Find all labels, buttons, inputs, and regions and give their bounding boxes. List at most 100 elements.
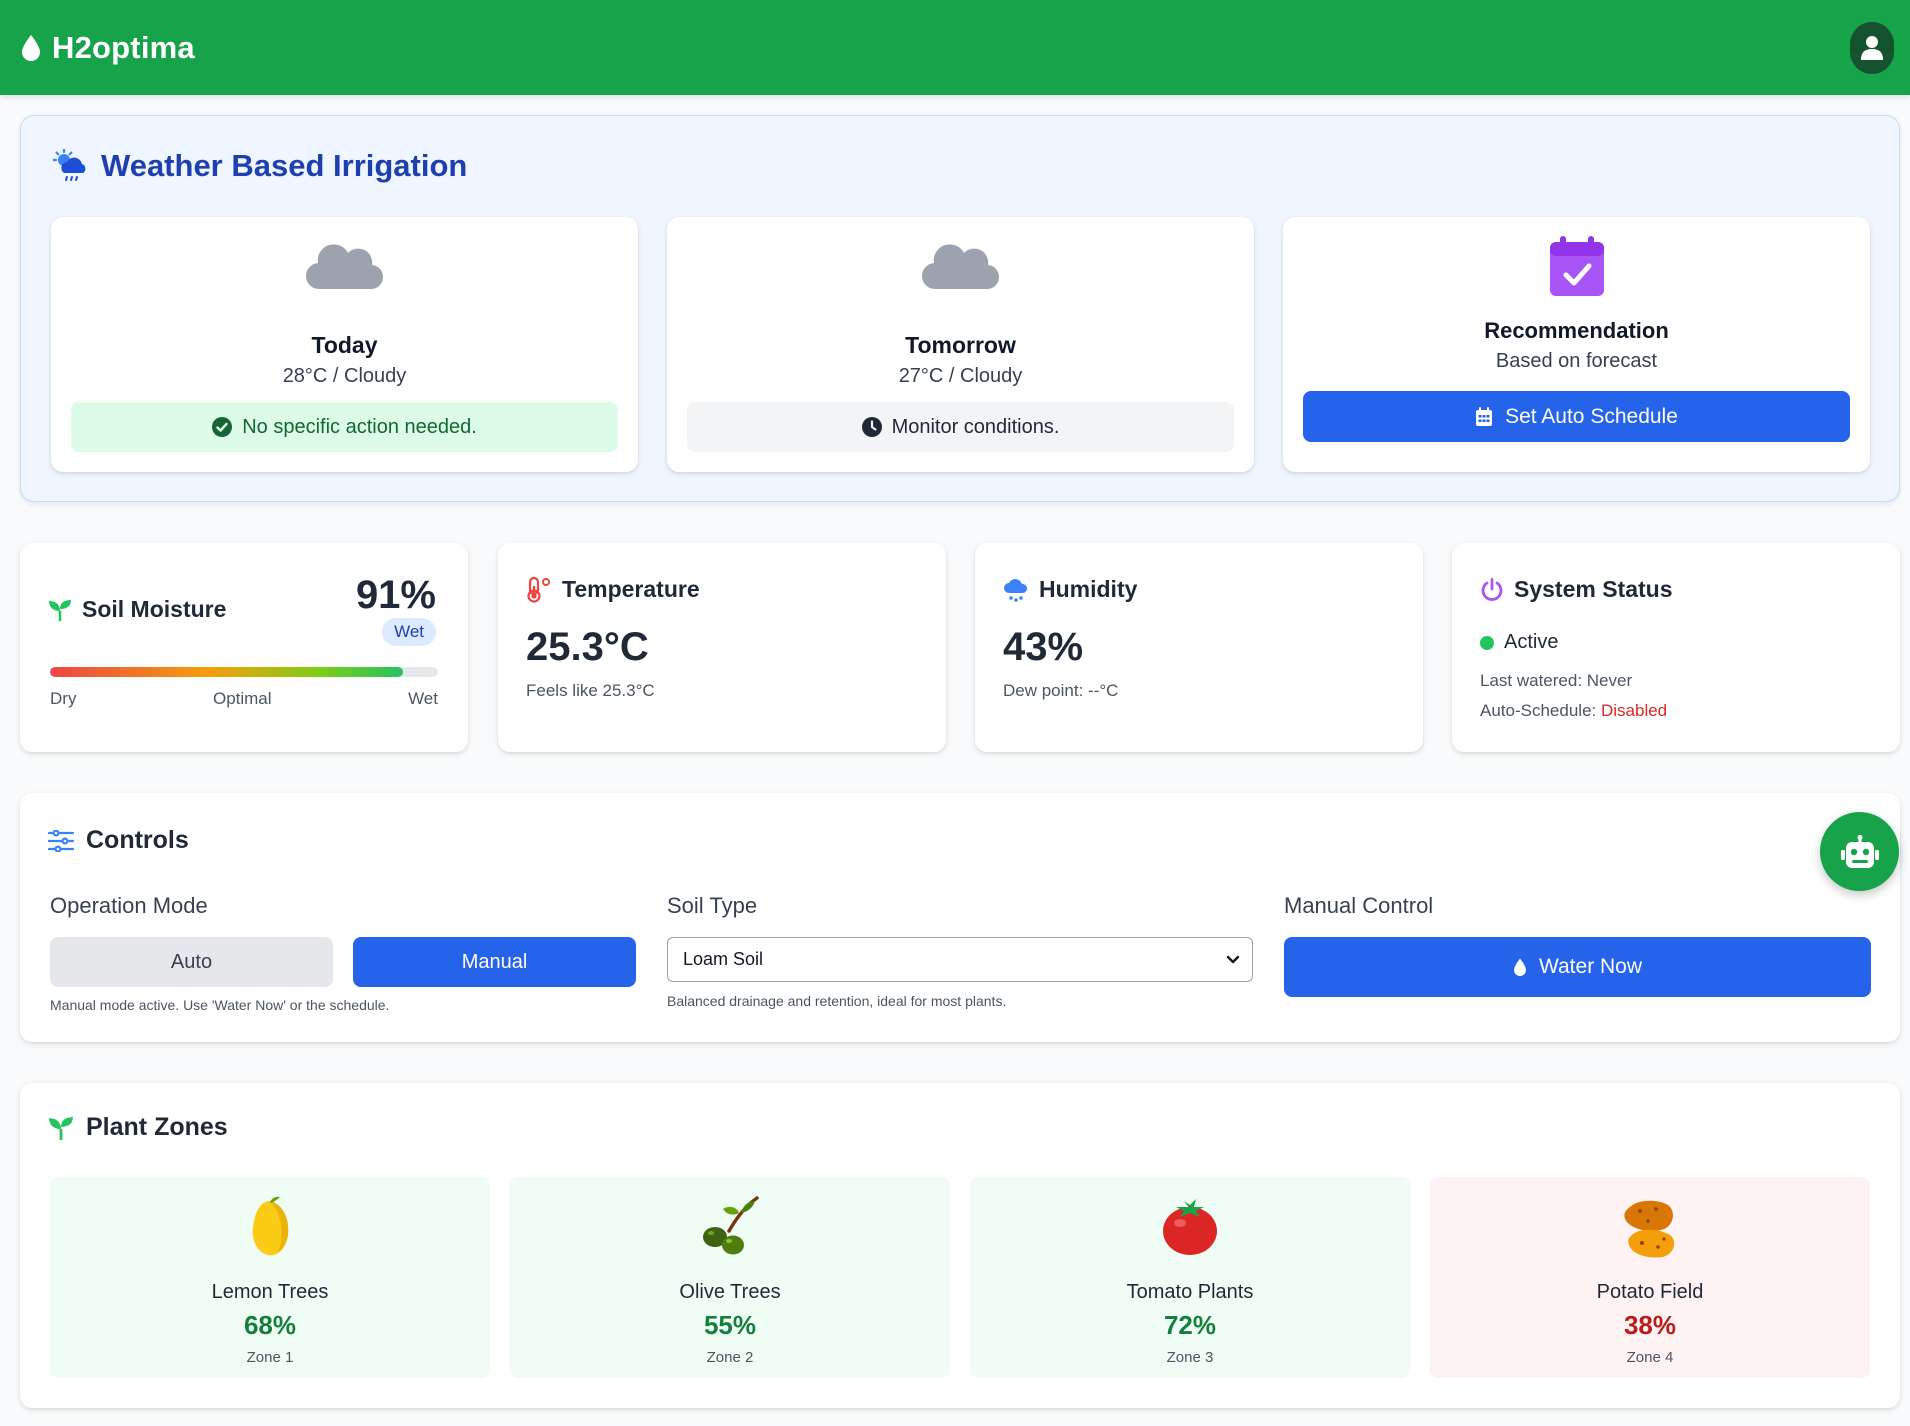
soil-moisture-value: 91% xyxy=(355,573,436,617)
soil-moisture-badge: Wet xyxy=(382,618,436,646)
app-title: H2optima xyxy=(52,29,195,65)
recommendation-title: Recommendation xyxy=(1484,318,1669,343)
soil-type-select[interactable]: Loam Soil xyxy=(667,937,1253,982)
scale-wet: Wet xyxy=(408,689,438,708)
soil-moisture-bar xyxy=(50,667,438,677)
zone-card-olive-trees[interactable]: Olive Trees 55% Zone 2 xyxy=(510,1177,950,1378)
active-indicator-dot xyxy=(1480,635,1494,650)
set-auto-schedule-button[interactable]: Set Auto Schedule xyxy=(1303,391,1850,442)
set-auto-schedule-label: Set Auto Schedule xyxy=(1505,404,1678,428)
today-weather-card: Today 28°C / Cloudy No specific action n… xyxy=(51,217,638,472)
tomorrow-advice: Monitor conditions. xyxy=(687,402,1234,452)
weather-title: Weather Based Irrigation xyxy=(101,148,468,183)
chevron-down-icon xyxy=(1226,955,1240,965)
soil-moisture-bar-fill xyxy=(50,667,404,677)
soil-moisture-scale: Dry Optimal Wet xyxy=(50,689,438,709)
zone-id: Zone 2 xyxy=(706,1349,754,1366)
robot-icon xyxy=(1840,834,1880,869)
soil-type-help-text: Balanced drainage and retention, ideal f… xyxy=(667,993,1007,1009)
brand[interactable]: H2optima xyxy=(20,30,195,66)
water-now-label: Water Now xyxy=(1538,955,1643,978)
today-advice: No specific action needed. xyxy=(71,402,618,452)
tomorrow-weather-card: Tomorrow 27°C / Cloudy Monitor condition… xyxy=(667,217,1254,472)
soil-moisture-label: Soil Moisture xyxy=(82,596,227,622)
auto-schedule-status: Auto-Schedule: Disabled xyxy=(1480,701,1667,721)
temperature-value: 25.3°C xyxy=(526,625,649,669)
zone-name: Lemon Trees xyxy=(211,1281,329,1303)
profile-button[interactable] xyxy=(1850,21,1894,74)
app-header: H2optima xyxy=(0,0,1910,95)
today-forecast: 28°C / Cloudy xyxy=(282,365,407,387)
humidity-card: Humidity 43% Dew point: --°C xyxy=(975,543,1423,752)
humidity-label: Humidity xyxy=(1039,576,1138,602)
thermometer-icon xyxy=(526,576,552,603)
manual-mode-button[interactable]: Manual xyxy=(353,937,636,987)
cloud-icon xyxy=(921,237,1000,291)
last-watered-text: Last watered: Never xyxy=(1480,671,1633,690)
zone-card-tomato-plants[interactable]: Tomato Plants 72% Zone 3 xyxy=(970,1177,1410,1378)
controls-title: Controls xyxy=(86,826,189,854)
check-circle-icon xyxy=(212,417,233,437)
humidity-value: 43% xyxy=(1003,625,1084,669)
water-drop-icon xyxy=(20,34,42,62)
user-icon xyxy=(1860,35,1884,61)
recommendation-subtitle: Based on forecast xyxy=(1495,350,1658,372)
calendar-icon xyxy=(1475,406,1493,427)
scale-dry: Dry xyxy=(50,689,77,708)
system-status-label: System Status xyxy=(1514,576,1673,602)
soil-type-label: Soil Type xyxy=(667,893,758,918)
system-status-title: System Status xyxy=(1480,576,1673,603)
tomorrow-label: Tomorrow xyxy=(905,332,1016,358)
zone-name: Olive Trees xyxy=(679,1281,781,1303)
mode-help-text: Manual mode active. Use 'Water Now' or t… xyxy=(50,997,390,1013)
system-status-card: System Status Active Last watered: Never… xyxy=(1452,543,1900,752)
plant-zones-title: Plant Zones xyxy=(86,1113,228,1141)
tomorrow-forecast: 27°C / Cloudy xyxy=(898,365,1023,387)
zone-moisture: 38% xyxy=(1623,1310,1677,1340)
zone-name: Tomato Plants xyxy=(1126,1281,1254,1303)
zone-moisture: 55% xyxy=(703,1310,757,1340)
water-now-button[interactable]: Water Now xyxy=(1284,937,1871,997)
clock-icon xyxy=(861,417,882,437)
manual-control-label: Manual Control xyxy=(1284,893,1434,918)
zone-card-potato-field[interactable]: Potato Field 38% Zone 4 xyxy=(1430,1177,1870,1378)
today-advice-text: No specific action needed. xyxy=(242,415,477,438)
humidity-title: Humidity xyxy=(1003,576,1137,603)
operation-mode-label: Operation Mode xyxy=(50,893,208,918)
today-label: Today xyxy=(311,332,378,358)
cloud-sun-rain-icon xyxy=(53,149,89,183)
auto-schedule-label: Auto-Schedule: xyxy=(1480,701,1597,720)
auto-mode-button[interactable]: Auto xyxy=(50,937,333,987)
zone-moisture: 68% xyxy=(243,1310,297,1340)
cloud-icon xyxy=(305,237,384,291)
potato-icon xyxy=(1430,1195,1870,1259)
assistant-bot-button[interactable] xyxy=(1820,812,1899,891)
water-drop-icon xyxy=(1513,958,1527,977)
auto-schedule-value: Disabled xyxy=(1600,701,1668,720)
soil-moisture-title: Soil Moisture xyxy=(48,596,226,623)
zone-name: Potato Field xyxy=(1596,1281,1704,1303)
controls-panel: Controls Operation Mode Auto Manual Manu… xyxy=(20,793,1900,1042)
plant-zones-heading: Plant Zones xyxy=(48,1113,228,1142)
controls-heading: Controls xyxy=(48,826,189,855)
recommendation-card: Recommendation Based on forecast Set Aut… xyxy=(1283,217,1870,472)
cloud-rain-icon xyxy=(1003,577,1029,603)
sliders-icon xyxy=(48,829,74,852)
system-state: Active xyxy=(1480,631,1558,654)
system-state-text: Active xyxy=(1504,631,1559,653)
soil-moisture-card: Soil Moisture 91% Wet Dry Optimal Wet xyxy=(20,543,468,752)
tomato-icon xyxy=(970,1195,1410,1257)
zone-id: Zone 4 xyxy=(1626,1349,1674,1366)
plant-zones-panel: Plant Zones Lemon Trees 68% Zone 1 Olive… xyxy=(20,1083,1900,1408)
weather-heading: Weather Based Irrigation xyxy=(53,148,467,184)
zone-id: Zone 1 xyxy=(246,1349,294,1366)
zone-card-lemon-trees[interactable]: Lemon Trees 68% Zone 1 xyxy=(50,1177,490,1378)
calendar-check-icon xyxy=(1549,235,1605,297)
feels-like-text: Feels like 25.3°C xyxy=(526,681,655,700)
weather-panel: Weather Based Irrigation Today 28°C / Cl… xyxy=(20,115,1900,502)
tomorrow-advice-text: Monitor conditions. xyxy=(891,415,1060,438)
seedling-icon xyxy=(48,1116,74,1140)
dew-point-text: Dew point: --°C xyxy=(1003,681,1119,700)
zone-id: Zone 3 xyxy=(1166,1349,1214,1366)
seedling-icon xyxy=(48,599,72,621)
